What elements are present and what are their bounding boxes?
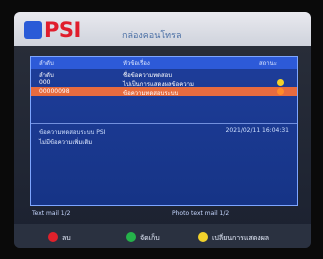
detail-body: ไม่มีข้อความเพิ่มเติม [39,139,93,146]
tv-screen: PSI กล่องคอนโทรล ลำดับ หัวข้อเรื่อง สถาน… [14,12,311,248]
status-dot-icon [277,88,284,95]
green-button-label: จัดเก็บ [140,234,160,242]
red-button-label: ลบ [62,234,71,242]
red-circle-icon [48,232,58,242]
text-mail-pager: Text mail 1/2 [32,210,71,217]
table-header: ลำดับ หัวข้อเรื่อง สถานะ [31,57,297,69]
brand-logo-text: PSI [44,18,81,42]
table-cell: 000 [39,79,51,86]
status-dot-icon [277,79,284,86]
page-title: กล่องคอนโทรล [122,31,182,41]
header-col-2: หัวข้อเรื่อง [123,60,150,67]
message-panel: ลำดับ หัวข้อเรื่อง สถานะ ลำดับ ชื่อข้อคว… [30,56,298,206]
green-circle-icon [126,232,136,242]
header-col-1: ลำดับ [39,60,54,67]
pager-info: Text mail 1/2 Photo text mail 1/2 [32,210,294,220]
table-row[interactable]: ลำดับ ชื่อข้อความทดสอบ [31,69,297,79]
yellow-circle-icon [198,232,208,242]
header-col-3: สถานะ [259,60,277,67]
detail-title: ข้อความทดสอบระบบ PSI [39,129,106,136]
table-cell: 00000098 [39,88,70,95]
table-row-selected[interactable]: 00000098 ข้อความทดสอบระบบ [31,87,297,97]
divider [31,123,297,124]
message-list[interactable]: ลำดับ ชื่อข้อความทดสอบ 000 ไปเป็นการแสดง… [31,69,297,97]
table-row[interactable]: 000 ไปเป็นการแสดงผลข้อความ [31,78,297,88]
detail-timestamp: 2021/02/11 16:04:31 [225,127,289,134]
psi-logo-icon [24,21,42,39]
photo-mail-pager: Photo text mail 1/2 [172,210,230,217]
yellow-button-label: เปลี่ยนการแสดงผล [212,234,270,242]
table-cell: ข้อความทดสอบระบบ [123,90,179,97]
top-header: PSI กล่องคอนโทรล [14,12,311,46]
footer-actions: ลบ จัดเก็บ เปลี่ยนการแสดงผล [14,224,311,248]
